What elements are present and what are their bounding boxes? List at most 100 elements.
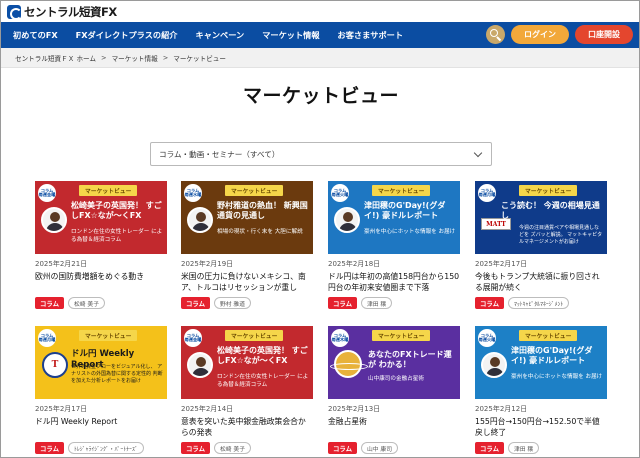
banner-subtitle: 相場の現状・行く末を 大胆に解説 bbox=[217, 229, 303, 235]
planet-icon bbox=[330, 350, 368, 378]
author-tag[interactable]: 野村 雅道 bbox=[213, 297, 252, 309]
article-card[interactable]: コラム 毎週水曜 マーケットビュー 野村雅道の熱血！ 新興国通貨の見通し 相場の… bbox=[181, 181, 313, 309]
banner-title: 松崎美子の英国発！ すごしFX☆なが～くFX bbox=[217, 346, 308, 365]
logo-icon bbox=[7, 4, 22, 20]
article-title[interactable]: ドル円は年初の高値158円台から150円台の年初来安値圏まで下落 bbox=[328, 271, 460, 294]
page-title: マーケットビュー bbox=[242, 85, 399, 107]
category-tag[interactable]: コラム bbox=[328, 297, 357, 309]
nav-item-direct-plus[interactable]: FXダイレクトプラスの紹介 bbox=[76, 29, 178, 41]
category-tag[interactable]: コラム bbox=[475, 442, 504, 454]
article-date: 2025年2月17日 bbox=[475, 260, 528, 268]
banner-subtitle: 山中康司の金融占星術 bbox=[368, 376, 424, 382]
article-tags: コラム ﾏｯﾄｷｬﾋﾟﾀﾙﾏﾈｰｼﾞﾒﾝﾄ bbox=[475, 297, 607, 309]
banner-tag: マーケットビュー bbox=[372, 330, 431, 341]
article-card[interactable]: コラム 毎週木曜 マーケットビュー あなたのFXトレード運が わかる！ 山中康司… bbox=[328, 326, 460, 454]
author-tag[interactable]: 松崎 美子 bbox=[67, 297, 106, 309]
banner-tag: マーケットビュー bbox=[225, 330, 284, 341]
author-tag[interactable]: ﾄﾚｼﾞｬﾗｲｼﾞﾝｸﾞ・ﾊﾟｰﾄﾅｰｽﾞ bbox=[67, 442, 144, 454]
site-logo[interactable]: セントラル短資FX bbox=[24, 4, 117, 20]
author-tag[interactable]: 津田 穣 bbox=[360, 297, 393, 309]
article-banner[interactable]: コラム 毎週月曜 マーケットビュー MATT こう読む！ 今週の相場見通し 今週… bbox=[475, 181, 607, 254]
article-title[interactable]: 米国の圧力に負けないメキシコ、南ア、トルコはリセッションが重し bbox=[181, 271, 313, 294]
banner-tag: マーケットビュー bbox=[519, 330, 578, 341]
browser-frame: セントラル短資FX 初めてのFX FXダイレクトプラスの紹介 キャンペーン マー… bbox=[0, 0, 640, 458]
banner-subtitle: 今週の注目通貨ペアや相場見通しなどを ズバッと解説。 マットキャピタルマネージメ… bbox=[519, 225, 603, 245]
login-button[interactable]: ログイン bbox=[511, 25, 569, 44]
nav-item-beginners[interactable]: 初めてのFX bbox=[13, 29, 58, 41]
category-tag[interactable]: コラム bbox=[328, 442, 357, 454]
banner-title: 松崎美子の英国発！ すごしFX☆なが～くFX bbox=[71, 201, 162, 220]
author-tag[interactable]: 松崎 美子 bbox=[213, 442, 252, 454]
main-nav: 初めてのFX FXダイレクトプラスの紹介 キャンペーン マーケット情報 お客さま… bbox=[1, 22, 639, 48]
article-date: 2025年2月21日 bbox=[35, 260, 88, 268]
article-card[interactable]: コラム 毎週火曜 マーケットビュー 津田穣のG'Day!(グダイ!) 豪ドルレポ… bbox=[328, 181, 460, 309]
article-banner[interactable]: コラム 毎週月曜 マーケットビュー T ドル円 Weekly Report 世界… bbox=[35, 326, 167, 399]
category-tag[interactable]: コラム bbox=[475, 297, 504, 309]
author-avatar bbox=[334, 207, 360, 233]
article-tags: コラム 津田 穣 bbox=[475, 442, 607, 454]
article-card[interactable]: コラム 毎週月曜 マーケットビュー T ドル円 Weekly Report 世界… bbox=[35, 326, 167, 454]
article-tags: コラム 松崎 美子 bbox=[35, 297, 167, 309]
banner-subtitle: 豪州を中心にホットな情報を お届け bbox=[511, 374, 603, 380]
banner-subtitle: ロンドン在住の女性トレーダー による為替＆経済コラム bbox=[71, 229, 163, 243]
banner-subtitle: 世界の資金フローをビジュアル化し、 アナリストの外国為替に関する定性的 判断を加… bbox=[71, 364, 163, 384]
breadcrumb-market-info[interactable]: マーケット情報 bbox=[112, 53, 158, 63]
article-title[interactable]: 意表を突いた英中銀金融政策会合からの発表 bbox=[181, 416, 313, 439]
category-tag[interactable]: コラム bbox=[181, 297, 210, 309]
article-banner[interactable]: コラム 毎週水曜 マーケットビュー 野村雅道の熱血！ 新興国通貨の見通し 相場の… bbox=[181, 181, 313, 254]
article-banner[interactable]: コラム 毎週火曜 マーケットビュー 津田穣のG'Day!(グダイ!) 豪ドルレポ… bbox=[475, 326, 607, 399]
search-icon[interactable] bbox=[486, 25, 505, 44]
author-tag[interactable]: 津田 穣 bbox=[507, 442, 540, 454]
article-card[interactable]: コラム 毎週月曜 マーケットビュー MATT こう読む！ 今週の相場見通し 今週… bbox=[475, 181, 607, 309]
article-date: 2025年2月19日 bbox=[181, 260, 234, 268]
article-banner[interactable]: コラム 毎週木曜 マーケットビュー あなたのFXトレード運が わかる！ 山中康司… bbox=[328, 326, 460, 399]
article-date: 2025年2月13日 bbox=[328, 405, 381, 413]
nav-actions: ログイン 口座開設 bbox=[486, 25, 633, 44]
category-tag[interactable]: コラム bbox=[35, 442, 64, 454]
article-banner[interactable]: コラム 毎週火曜 マーケットビュー 津田穣のG'Day!(グダイ!) 豪ドルレポ… bbox=[328, 181, 460, 254]
article-title[interactable]: 155円台→150円台→152.50で半値戻し終了 bbox=[475, 416, 607, 439]
banner-subtitle: 豪州を中心にホットな情報を お届け bbox=[364, 229, 456, 235]
trade-logo: T bbox=[42, 352, 68, 378]
article-title[interactable]: 欧州の国防費増額をめぐる動き bbox=[35, 271, 167, 294]
author-avatar bbox=[41, 207, 67, 233]
author-avatar bbox=[481, 352, 507, 378]
nav-item-campaign[interactable]: キャンペーン bbox=[195, 29, 244, 41]
banner-title: あなたのFXトレード運が わかる！ bbox=[368, 350, 452, 369]
article-tags: コラム 津田 穣 bbox=[328, 297, 460, 309]
banner-title: 津田穣のG'Day!(グダイ!) 豪ドルレポート bbox=[511, 346, 593, 365]
banner-title: こう読む！ 今週の相場見通し bbox=[501, 201, 600, 220]
category-tag[interactable]: コラム bbox=[181, 442, 210, 454]
logo-bar: セントラル短資FX bbox=[1, 1, 639, 22]
article-title[interactable]: 金融占星術 bbox=[328, 416, 460, 439]
category-tag[interactable]: コラム bbox=[35, 297, 64, 309]
category-select[interactable]: コラム・動画・セミナー（すべて） bbox=[150, 142, 492, 166]
open-account-button[interactable]: 口座開設 bbox=[575, 25, 633, 44]
banner-subtitle: ロンドン在住の女性トレーダー による為替＆経済コラム bbox=[217, 374, 309, 388]
banner-bubble: コラム 毎週火曜 bbox=[331, 184, 349, 202]
chevron-down-icon bbox=[473, 148, 483, 158]
banner-bubble: コラム 毎週木曜 bbox=[331, 329, 349, 347]
author-tag[interactable]: ﾏｯﾄｷｬﾋﾟﾀﾙﾏﾈｰｼﾞﾒﾝﾄ bbox=[507, 297, 570, 309]
article-card[interactable]: コラム 毎週金曜 マーケットビュー 松崎美子の英国発！ すごしFX☆なが～くFX… bbox=[35, 181, 167, 309]
banner-tag: マーケットビュー bbox=[225, 185, 284, 196]
banner-bubble: コラム 毎週金曜 bbox=[184, 329, 202, 347]
article-date: 2025年2月14日 bbox=[181, 405, 234, 413]
article-banner[interactable]: コラム 毎週金曜 マーケットビュー 松崎美子の英国発！ すごしFX☆なが～くFX… bbox=[35, 181, 167, 254]
article-card[interactable]: コラム 毎週金曜 マーケットビュー 松崎美子の英国発！ すごしFX☆なが～くFX… bbox=[181, 326, 313, 454]
breadcrumb: セントラル短資ＦＸ ホーム > マーケット情報 > マーケットビュー bbox=[1, 48, 639, 68]
author-tag[interactable]: 山中 康司 bbox=[360, 442, 399, 454]
article-banner[interactable]: コラム 毎週金曜 マーケットビュー 松崎美子の英国発！ すごしFX☆なが～くFX… bbox=[181, 326, 313, 399]
breadcrumb-home[interactable]: セントラル短資ＦＸ ホーム bbox=[15, 53, 96, 63]
article-tags: コラム 松崎 美子 bbox=[181, 442, 313, 454]
category-select-value: コラム・動画・セミナー（すべて） bbox=[159, 149, 280, 159]
article-title[interactable]: ドル円 Weekly Report bbox=[35, 416, 167, 439]
author-avatar bbox=[187, 352, 213, 378]
article-title[interactable]: 今後もトランプ大統領に振り回される展開が続く bbox=[475, 271, 607, 294]
banner-tag: マーケットビュー bbox=[79, 330, 138, 341]
banner-bubble: コラム 毎週金曜 bbox=[38, 184, 56, 202]
nav-item-support[interactable]: お客さまサポート bbox=[338, 29, 404, 41]
nav-item-market-info[interactable]: マーケット情報 bbox=[262, 29, 319, 41]
article-card[interactable]: コラム 毎週火曜 マーケットビュー 津田穣のG'Day!(グダイ!) 豪ドルレポ… bbox=[475, 326, 607, 454]
banner-bubble: コラム 毎週月曜 bbox=[38, 329, 56, 347]
